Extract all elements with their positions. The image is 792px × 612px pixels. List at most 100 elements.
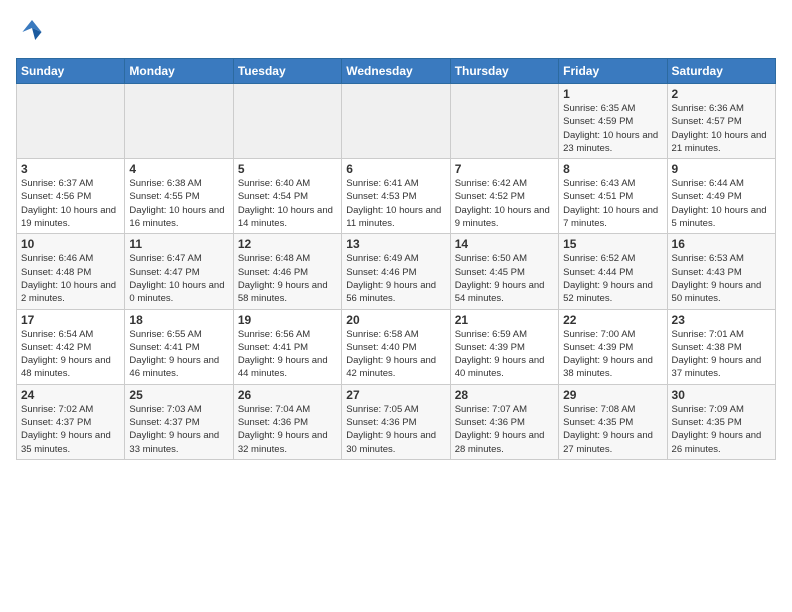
day-info: Sunrise: 6:38 AM Sunset: 4:55 PM Dayligh…	[129, 177, 228, 230]
weekday-header-tuesday: Tuesday	[233, 59, 341, 84]
day-number: 25	[129, 388, 228, 402]
calendar-cell: 23Sunrise: 7:01 AM Sunset: 4:38 PM Dayli…	[667, 309, 775, 384]
day-info: Sunrise: 7:00 AM Sunset: 4:39 PM Dayligh…	[563, 328, 662, 381]
calendar-cell: 29Sunrise: 7:08 AM Sunset: 4:35 PM Dayli…	[559, 384, 667, 459]
calendar-cell: 1Sunrise: 6:35 AM Sunset: 4:59 PM Daylig…	[559, 84, 667, 159]
day-info: Sunrise: 6:53 AM Sunset: 4:43 PM Dayligh…	[672, 252, 771, 305]
day-info: Sunrise: 6:49 AM Sunset: 4:46 PM Dayligh…	[346, 252, 445, 305]
day-info: Sunrise: 6:50 AM Sunset: 4:45 PM Dayligh…	[455, 252, 554, 305]
calendar-cell: 18Sunrise: 6:55 AM Sunset: 4:41 PM Dayli…	[125, 309, 233, 384]
logo	[16, 16, 52, 48]
day-number: 19	[238, 313, 337, 327]
day-info: Sunrise: 6:58 AM Sunset: 4:40 PM Dayligh…	[346, 328, 445, 381]
day-number: 27	[346, 388, 445, 402]
day-number: 22	[563, 313, 662, 327]
calendar-cell: 2Sunrise: 6:36 AM Sunset: 4:57 PM Daylig…	[667, 84, 775, 159]
day-number: 13	[346, 237, 445, 251]
day-number: 29	[563, 388, 662, 402]
day-number: 8	[563, 162, 662, 176]
day-number: 24	[21, 388, 120, 402]
weekday-header-wednesday: Wednesday	[342, 59, 450, 84]
calendar-cell: 4Sunrise: 6:38 AM Sunset: 4:55 PM Daylig…	[125, 159, 233, 234]
day-number: 10	[21, 237, 120, 251]
day-number: 21	[455, 313, 554, 327]
day-number: 23	[672, 313, 771, 327]
calendar-week-2: 3Sunrise: 6:37 AM Sunset: 4:56 PM Daylig…	[17, 159, 776, 234]
calendar-table: SundayMondayTuesdayWednesdayThursdayFrid…	[16, 58, 776, 460]
calendar-cell: 9Sunrise: 6:44 AM Sunset: 4:49 PM Daylig…	[667, 159, 775, 234]
day-number: 30	[672, 388, 771, 402]
day-info: Sunrise: 6:47 AM Sunset: 4:47 PM Dayligh…	[129, 252, 228, 305]
calendar-week-3: 10Sunrise: 6:46 AM Sunset: 4:48 PM Dayli…	[17, 234, 776, 309]
day-number: 5	[238, 162, 337, 176]
day-info: Sunrise: 6:44 AM Sunset: 4:49 PM Dayligh…	[672, 177, 771, 230]
weekday-header-thursday: Thursday	[450, 59, 558, 84]
day-info: Sunrise: 6:35 AM Sunset: 4:59 PM Dayligh…	[563, 102, 662, 155]
day-number: 16	[672, 237, 771, 251]
calendar-cell: 10Sunrise: 6:46 AM Sunset: 4:48 PM Dayli…	[17, 234, 125, 309]
day-number: 11	[129, 237, 228, 251]
calendar-cell: 20Sunrise: 6:58 AM Sunset: 4:40 PM Dayli…	[342, 309, 450, 384]
day-number: 18	[129, 313, 228, 327]
calendar-cell: 24Sunrise: 7:02 AM Sunset: 4:37 PM Dayli…	[17, 384, 125, 459]
calendar-cell: 11Sunrise: 6:47 AM Sunset: 4:47 PM Dayli…	[125, 234, 233, 309]
calendar-week-5: 24Sunrise: 7:02 AM Sunset: 4:37 PM Dayli…	[17, 384, 776, 459]
calendar-cell: 16Sunrise: 6:53 AM Sunset: 4:43 PM Dayli…	[667, 234, 775, 309]
calendar-cell: 28Sunrise: 7:07 AM Sunset: 4:36 PM Dayli…	[450, 384, 558, 459]
calendar-cell: 5Sunrise: 6:40 AM Sunset: 4:54 PM Daylig…	[233, 159, 341, 234]
day-info: Sunrise: 6:46 AM Sunset: 4:48 PM Dayligh…	[21, 252, 120, 305]
day-info: Sunrise: 7:07 AM Sunset: 4:36 PM Dayligh…	[455, 403, 554, 456]
calendar-cell: 30Sunrise: 7:09 AM Sunset: 4:35 PM Dayli…	[667, 384, 775, 459]
weekday-header-sunday: Sunday	[17, 59, 125, 84]
day-info: Sunrise: 6:55 AM Sunset: 4:41 PM Dayligh…	[129, 328, 228, 381]
calendar-cell	[233, 84, 341, 159]
day-number: 17	[21, 313, 120, 327]
calendar-cell: 26Sunrise: 7:04 AM Sunset: 4:36 PM Dayli…	[233, 384, 341, 459]
day-info: Sunrise: 6:52 AM Sunset: 4:44 PM Dayligh…	[563, 252, 662, 305]
day-info: Sunrise: 6:37 AM Sunset: 4:56 PM Dayligh…	[21, 177, 120, 230]
weekday-header-saturday: Saturday	[667, 59, 775, 84]
calendar-cell: 19Sunrise: 6:56 AM Sunset: 4:41 PM Dayli…	[233, 309, 341, 384]
calendar-cell: 7Sunrise: 6:42 AM Sunset: 4:52 PM Daylig…	[450, 159, 558, 234]
day-number: 15	[563, 237, 662, 251]
calendar-cell	[342, 84, 450, 159]
calendar-cell: 8Sunrise: 6:43 AM Sunset: 4:51 PM Daylig…	[559, 159, 667, 234]
weekday-header-friday: Friday	[559, 59, 667, 84]
day-number: 12	[238, 237, 337, 251]
calendar-week-1: 1Sunrise: 6:35 AM Sunset: 4:59 PM Daylig…	[17, 84, 776, 159]
calendar-cell: 21Sunrise: 6:59 AM Sunset: 4:39 PM Dayli…	[450, 309, 558, 384]
day-number: 1	[563, 87, 662, 101]
day-info: Sunrise: 6:40 AM Sunset: 4:54 PM Dayligh…	[238, 177, 337, 230]
day-info: Sunrise: 6:48 AM Sunset: 4:46 PM Dayligh…	[238, 252, 337, 305]
calendar-cell	[450, 84, 558, 159]
day-number: 20	[346, 313, 445, 327]
calendar-cell	[17, 84, 125, 159]
day-info: Sunrise: 6:42 AM Sunset: 4:52 PM Dayligh…	[455, 177, 554, 230]
day-info: Sunrise: 7:03 AM Sunset: 4:37 PM Dayligh…	[129, 403, 228, 456]
day-number: 9	[672, 162, 771, 176]
day-info: Sunrise: 6:41 AM Sunset: 4:53 PM Dayligh…	[346, 177, 445, 230]
day-info: Sunrise: 6:59 AM Sunset: 4:39 PM Dayligh…	[455, 328, 554, 381]
calendar-cell: 12Sunrise: 6:48 AM Sunset: 4:46 PM Dayli…	[233, 234, 341, 309]
day-info: Sunrise: 7:02 AM Sunset: 4:37 PM Dayligh…	[21, 403, 120, 456]
logo-icon	[16, 16, 48, 48]
weekday-header-monday: Monday	[125, 59, 233, 84]
day-info: Sunrise: 7:09 AM Sunset: 4:35 PM Dayligh…	[672, 403, 771, 456]
day-info: Sunrise: 7:08 AM Sunset: 4:35 PM Dayligh…	[563, 403, 662, 456]
page-header	[16, 16, 776, 48]
day-number: 3	[21, 162, 120, 176]
day-number: 28	[455, 388, 554, 402]
day-number: 14	[455, 237, 554, 251]
calendar-cell: 15Sunrise: 6:52 AM Sunset: 4:44 PM Dayli…	[559, 234, 667, 309]
calendar-cell: 3Sunrise: 6:37 AM Sunset: 4:56 PM Daylig…	[17, 159, 125, 234]
day-info: Sunrise: 6:56 AM Sunset: 4:41 PM Dayligh…	[238, 328, 337, 381]
day-info: Sunrise: 6:36 AM Sunset: 4:57 PM Dayligh…	[672, 102, 771, 155]
calendar-cell: 17Sunrise: 6:54 AM Sunset: 4:42 PM Dayli…	[17, 309, 125, 384]
calendar-cell: 14Sunrise: 6:50 AM Sunset: 4:45 PM Dayli…	[450, 234, 558, 309]
calendar-cell: 27Sunrise: 7:05 AM Sunset: 4:36 PM Dayli…	[342, 384, 450, 459]
day-number: 26	[238, 388, 337, 402]
day-info: Sunrise: 7:01 AM Sunset: 4:38 PM Dayligh…	[672, 328, 771, 381]
day-info: Sunrise: 6:43 AM Sunset: 4:51 PM Dayligh…	[563, 177, 662, 230]
calendar-cell: 13Sunrise: 6:49 AM Sunset: 4:46 PM Dayli…	[342, 234, 450, 309]
day-info: Sunrise: 7:04 AM Sunset: 4:36 PM Dayligh…	[238, 403, 337, 456]
